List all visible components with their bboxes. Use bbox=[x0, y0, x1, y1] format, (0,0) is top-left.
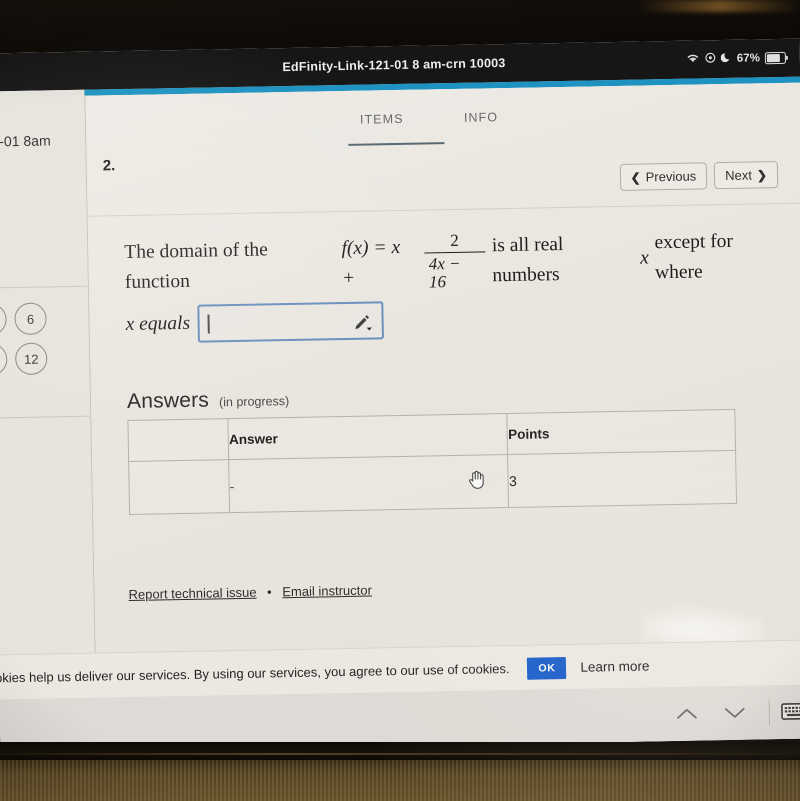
sidebar-badge-11[interactable]: 11 bbox=[0, 343, 8, 376]
problem-text-part3: except for where bbox=[654, 230, 734, 284]
status-bar-indicators: 67% bbox=[686, 39, 787, 79]
answers-table: Answer Points - 3 bbox=[127, 408, 738, 515]
answers-subtitle: (in progress) bbox=[218, 394, 290, 410]
sidebar-divider bbox=[0, 285, 88, 289]
item-navigation: ❮ Previous Next ❯ bbox=[619, 161, 779, 191]
pencil-icon[interactable] bbox=[353, 312, 373, 332]
chevron-down-icon[interactable] bbox=[710, 685, 759, 740]
answers-heading: Answers (in progress) bbox=[127, 387, 290, 414]
battery-icon bbox=[764, 51, 786, 65]
column-header-points: Points bbox=[507, 409, 736, 455]
sidebar-course-label: -121-01 8am bbox=[0, 132, 51, 150]
next-button-label: Next bbox=[725, 167, 753, 184]
answer-input[interactable] bbox=[197, 301, 385, 344]
problem-variable-x: x bbox=[639, 247, 650, 269]
active-tab-underline bbox=[348, 142, 445, 147]
problem-text-part2: is all real numbers bbox=[491, 233, 564, 287]
chevron-right-icon: ❯ bbox=[756, 167, 768, 182]
report-technical-issue-link[interactable]: Report technical issue bbox=[128, 585, 256, 602]
link-separator: • bbox=[266, 584, 272, 600]
laptop-hinge bbox=[0, 742, 800, 762]
tab-info[interactable]: INFO bbox=[464, 110, 499, 138]
battery-percent-label: 67% bbox=[736, 52, 760, 65]
column-header-answer: Answer bbox=[228, 413, 509, 460]
wifi-icon bbox=[686, 52, 700, 67]
do-not-disturb-icon bbox=[705, 52, 716, 67]
chevron-left-icon: ❮ bbox=[630, 170, 641, 185]
column-header-blank bbox=[127, 418, 229, 462]
desk-surface bbox=[0, 760, 800, 801]
problem-fraction: 2 4x − 16 bbox=[424, 231, 486, 291]
moon-icon bbox=[720, 52, 732, 67]
previous-button-label: Previous bbox=[645, 168, 697, 185]
hand-pointer-icon bbox=[468, 469, 486, 489]
previous-button[interactable]: ❮ Previous bbox=[619, 162, 708, 191]
problem-text-line2: x equals bbox=[125, 313, 191, 336]
tab-items[interactable]: ITEMS bbox=[360, 112, 404, 140]
fraction-denominator: 4x − 16 bbox=[428, 253, 461, 292]
problem-text-part1: The domain of the function bbox=[124, 239, 268, 294]
sidebar-divider-2 bbox=[0, 415, 91, 419]
sidebar-item-badges: 5 6 11 12 bbox=[0, 302, 96, 384]
cookie-learn-more-link[interactable]: Learn more bbox=[580, 658, 649, 674]
answers-title: Answers bbox=[126, 388, 210, 414]
sidebar-badge-12[interactable]: 12 bbox=[14, 342, 48, 376]
photo-of-device: EdFinity-Link-121-01 8 am-crn 10003 67% … bbox=[0, 0, 800, 801]
row-cell-answer: - bbox=[228, 454, 509, 513]
item-number: 2. bbox=[102, 157, 116, 175]
cookie-ok-button[interactable]: OK bbox=[527, 656, 567, 680]
toolbar-separator bbox=[768, 699, 771, 726]
text-caret bbox=[207, 314, 210, 334]
sidebar-badge-5[interactable]: 5 bbox=[0, 303, 7, 336]
problem-function-lhs: f(x) = x + bbox=[341, 236, 401, 290]
row-cell-points: 3 bbox=[508, 450, 737, 508]
keyboard-icon[interactable] bbox=[780, 700, 800, 725]
email-instructor-link[interactable]: Email instructor bbox=[282, 583, 372, 600]
hinge-highlight bbox=[0, 753, 800, 755]
sidebar-badge-6[interactable]: 6 bbox=[14, 302, 47, 336]
problem-statement: The domain of the function f(x) = x + 2 … bbox=[124, 226, 786, 345]
fraction-numerator: 2 bbox=[450, 230, 459, 250]
table-row: - 3 bbox=[128, 450, 737, 515]
bezel-glint bbox=[640, 0, 800, 12]
cookie-banner-text: okies help us deliver our services. By u… bbox=[0, 661, 510, 686]
next-button[interactable]: Next ❯ bbox=[713, 161, 779, 190]
row-cell-blank bbox=[128, 459, 230, 515]
device-screen: EdFinity-Link-121-01 8 am-crn 10003 67% … bbox=[0, 38, 800, 754]
chevron-up-icon[interactable] bbox=[662, 686, 711, 741]
row-answer-value: - bbox=[229, 478, 235, 494]
